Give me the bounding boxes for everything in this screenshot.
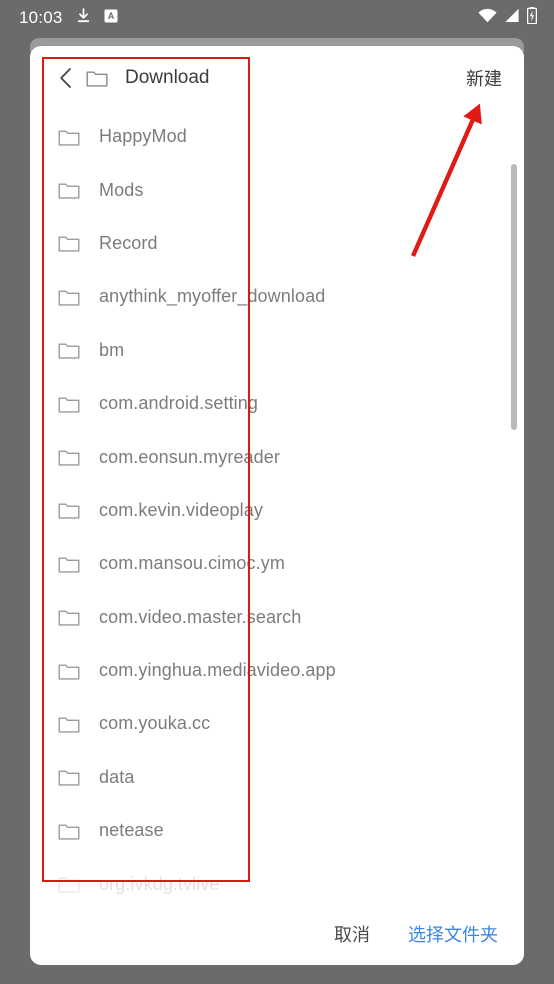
folder-icon	[58, 179, 80, 201]
svg-text:A: A	[107, 11, 114, 21]
folder-list-item-label: Record	[99, 232, 158, 253]
folder-list-item[interactable]: bm	[30, 324, 524, 377]
folder-list-item-label: com.mansou.cimoc.ym	[99, 553, 285, 574]
folder-icon	[58, 873, 80, 895]
status-bar: 10:03 A	[0, 0, 554, 36]
wifi-icon	[478, 8, 497, 28]
folder-list-item-label: bm	[99, 339, 125, 360]
folder-icon	[86, 67, 108, 89]
folder-list-item-label: com.video.master.search	[99, 606, 302, 627]
folder-list-item-label: com.youka.cc	[99, 713, 211, 734]
status-clock: 10:03	[19, 8, 63, 27]
folder-icon	[58, 660, 80, 682]
folder-list-item-label: Mods	[99, 179, 144, 200]
page-title: Download	[125, 67, 210, 88]
app-badge-a-icon: A	[104, 9, 118, 28]
folder-list-item[interactable]: HappyMod	[30, 110, 524, 163]
folder-icon	[58, 713, 80, 735]
folder-list-item[interactable]: netease	[30, 804, 524, 857]
folder-list-item[interactable]: com.video.master.search	[30, 591, 524, 644]
folder-list-item-label: org.ivkdg.tvlive	[99, 873, 220, 894]
folder-list-item[interactable]: Record	[30, 217, 524, 270]
select-folder-button[interactable]: 选择文件夹	[408, 921, 498, 947]
folder-list-item[interactable]: com.mansou.cimoc.ym	[30, 537, 524, 590]
folder-list-item[interactable]: Mods	[30, 163, 524, 216]
folder-icon	[58, 606, 80, 628]
folder-list-item-label: com.android.setting	[99, 393, 258, 414]
folder-icon	[58, 820, 80, 842]
folder-list-item-label: anythink_myoffer_download	[99, 286, 326, 307]
folder-list-item[interactable]: anythink_myoffer_download	[30, 270, 524, 323]
folder-list-item[interactable]: com.yinghua.mediavideo.app	[30, 644, 524, 697]
folder-list-item-label: netease	[99, 820, 164, 841]
folder-icon	[58, 339, 80, 361]
folder-icon	[58, 766, 80, 788]
folder-icon	[58, 126, 80, 148]
chevron-left-icon[interactable]	[58, 67, 74, 89]
cancel-button[interactable]: 取消	[334, 921, 370, 947]
new-folder-button[interactable]: 新建	[466, 65, 502, 91]
folder-icon	[58, 286, 80, 308]
folder-list-item-label: com.yinghua.mediavideo.app	[99, 660, 336, 681]
phone-screen: 10:03 A Download 新建 HappyMod Mods Record…	[0, 0, 554, 984]
folder-list[interactable]: HappyMod Mods Record anythink_myoffer_downl…	[30, 110, 524, 938]
status-bar-left: 10:03 A	[0, 7, 118, 29]
status-bar-right	[478, 7, 554, 29]
folder-list-item-label: HappyMod	[99, 126, 187, 147]
vertical-scrollbar[interactable]	[511, 164, 517, 430]
folder-list-item[interactable]: com.eonsun.myreader	[30, 430, 524, 483]
folder-icon	[58, 232, 80, 254]
battery-charging-icon	[526, 7, 538, 29]
folder-list-item[interactable]: data	[30, 751, 524, 804]
cellular-signal-icon	[504, 8, 520, 28]
folder-picker-dialog: Download 新建 HappyMod Mods Record anythink_m…	[30, 46, 524, 965]
folder-list-item-label: com.kevin.videoplay	[99, 499, 263, 520]
download-icon	[76, 7, 91, 29]
folder-icon	[58, 393, 80, 415]
folder-list-item[interactable]: com.youka.cc	[30, 697, 524, 750]
folder-list-item[interactable]: com.kevin.videoplay	[30, 484, 524, 537]
folder-list-item-label: data	[99, 766, 135, 787]
dialog-footer: 取消 选择文件夹	[30, 903, 524, 965]
folder-icon	[58, 499, 80, 521]
dialog-header: Download 新建	[30, 46, 524, 110]
folder-icon	[58, 553, 80, 575]
folder-icon	[58, 446, 80, 468]
folder-list-item[interactable]: com.android.setting	[30, 377, 524, 430]
folder-list-item-label: com.eonsun.myreader	[99, 446, 280, 467]
